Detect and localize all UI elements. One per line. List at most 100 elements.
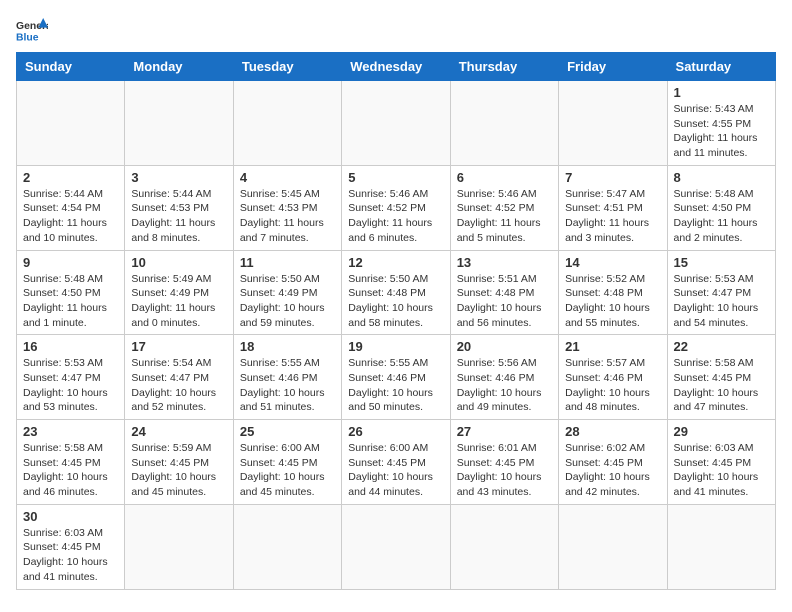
- calendar-cell: [559, 81, 667, 166]
- day-info: Sunrise: 6:01 AMSunset: 4:45 PMDaylight:…: [457, 441, 552, 500]
- calendar-cell: 7 Sunrise: 5:47 AMSunset: 4:51 PMDaylight…: [559, 165, 667, 250]
- day-number: 23: [23, 424, 118, 439]
- calendar-week-row: 30Sunrise: 6:03 AMSunset: 4:45 PMDayligh…: [17, 504, 776, 589]
- calendar-week-row: 1Sunrise: 5:43 AMSunset: 4:55 PMDaylight…: [17, 81, 776, 166]
- day-info: Sunrise: 5:54 AMSunset: 4:47 PMDaylight:…: [131, 356, 226, 415]
- header: General Blue: [16, 16, 776, 44]
- day-info: Sunrise: 5:48 AMSunset: 4:50 PMDaylight:…: [674, 187, 769, 246]
- calendar-cell: 6 Sunrise: 5:46 AMSunset: 4:52 PMDaylight…: [450, 165, 558, 250]
- day-info: Sunrise: 5:48 AMSunset: 4:50 PMDaylight:…: [23, 272, 118, 331]
- calendar-cell: 22 Sunrise: 5:58 AMSunset: 4:45 PMDayligh…: [667, 335, 775, 420]
- day-info: Sunrise: 5:58 AMSunset: 4:45 PMDaylight:…: [674, 356, 769, 415]
- day-number: 3: [131, 170, 226, 185]
- calendar-cell: 17 Sunrise: 5:54 AMSunset: 4:47 PMDayligh…: [125, 335, 233, 420]
- day-info: Sunrise: 6:03 AMSunset: 4:45 PMDaylight:…: [674, 441, 769, 500]
- day-number: 17: [131, 339, 226, 354]
- calendar-cell: [233, 504, 341, 589]
- day-number: 6: [457, 170, 552, 185]
- calendar-cell: [450, 504, 558, 589]
- calendar-cell: 11Sunrise: 5:50 AMSunset: 4:49 PMDayligh…: [233, 250, 341, 335]
- calendar-cell: 4 Sunrise: 5:45 AMSunset: 4:53 PMDaylight…: [233, 165, 341, 250]
- day-number: 7: [565, 170, 660, 185]
- day-info: Sunrise: 5:51 AMSunset: 4:48 PMDaylight:…: [457, 272, 552, 331]
- calendar-cell: 13 Sunrise: 5:51 AMSunset: 4:48 PMDayligh…: [450, 250, 558, 335]
- weekday-header-row: SundayMondayTuesdayWednesdayThursdayFrid…: [17, 53, 776, 81]
- day-number: 1: [674, 85, 769, 100]
- calendar-cell: 10 Sunrise: 5:49 AMSunset: 4:49 PMDayligh…: [125, 250, 233, 335]
- day-info: Sunrise: 5:49 AMSunset: 4:49 PMDaylight:…: [131, 272, 226, 331]
- logo: General Blue: [16, 16, 48, 44]
- day-number: 20: [457, 339, 552, 354]
- calendar-cell: 21Sunrise: 5:57 AMSunset: 4:46 PMDayligh…: [559, 335, 667, 420]
- day-number: 2: [23, 170, 118, 185]
- day-number: 4: [240, 170, 335, 185]
- weekday-header-friday: Friday: [559, 53, 667, 81]
- weekday-header-sunday: Sunday: [17, 53, 125, 81]
- day-info: Sunrise: 5:59 AMSunset: 4:45 PMDaylight:…: [131, 441, 226, 500]
- day-info: Sunrise: 6:02 AMSunset: 4:45 PMDaylight:…: [565, 441, 660, 500]
- calendar-cell: [342, 504, 450, 589]
- day-info: Sunrise: 5:46 AMSunset: 4:52 PMDaylight:…: [348, 187, 443, 246]
- calendar-cell: [667, 504, 775, 589]
- calendar-cell: [125, 81, 233, 166]
- calendar-week-row: 23 Sunrise: 5:58 AMSunset: 4:45 PMDayligh…: [17, 420, 776, 505]
- day-number: 25: [240, 424, 335, 439]
- day-info: Sunrise: 5:45 AMSunset: 4:53 PMDaylight:…: [240, 187, 335, 246]
- day-number: 5: [348, 170, 443, 185]
- calendar-table: SundayMondayTuesdayWednesdayThursdayFrid…: [16, 52, 776, 590]
- day-info: Sunrise: 5:50 AMSunset: 4:49 PMDaylight:…: [240, 272, 335, 331]
- day-number: 24: [131, 424, 226, 439]
- calendar-cell: 8 Sunrise: 5:48 AMSunset: 4:50 PMDaylight…: [667, 165, 775, 250]
- day-info: Sunrise: 5:44 AMSunset: 4:53 PMDaylight:…: [131, 187, 226, 246]
- day-number: 13: [457, 255, 552, 270]
- calendar-cell: 25 Sunrise: 6:00 AMSunset: 4:45 PMDayligh…: [233, 420, 341, 505]
- calendar-cell: 18Sunrise: 5:55 AMSunset: 4:46 PMDayligh…: [233, 335, 341, 420]
- calendar-cell: 14 Sunrise: 5:52 AMSunset: 4:48 PMDayligh…: [559, 250, 667, 335]
- day-number: 18: [240, 339, 335, 354]
- day-number: 29: [674, 424, 769, 439]
- day-number: 15: [674, 255, 769, 270]
- svg-text:Blue: Blue: [16, 32, 39, 43]
- calendar-cell: [559, 504, 667, 589]
- calendar-week-row: 16 Sunrise: 5:53 AMSunset: 4:47 PMDayligh…: [17, 335, 776, 420]
- calendar-week-row: 2 Sunrise: 5:44 AMSunset: 4:54 PMDaylight…: [17, 165, 776, 250]
- weekday-header-tuesday: Tuesday: [233, 53, 341, 81]
- day-number: 19: [348, 339, 443, 354]
- calendar-cell: 12 Sunrise: 5:50 AMSunset: 4:48 PMDayligh…: [342, 250, 450, 335]
- calendar-cell: 3 Sunrise: 5:44 AMSunset: 4:53 PMDaylight…: [125, 165, 233, 250]
- day-info: Sunrise: 5:57 AMSunset: 4:46 PMDaylight:…: [565, 356, 660, 415]
- day-info: Sunrise: 5:53 AMSunset: 4:47 PMDaylight:…: [23, 356, 118, 415]
- calendar-cell: 27 Sunrise: 6:01 AMSunset: 4:45 PMDayligh…: [450, 420, 558, 505]
- day-number: 16: [23, 339, 118, 354]
- weekday-header-thursday: Thursday: [450, 53, 558, 81]
- day-info: Sunrise: 5:58 AMSunset: 4:45 PMDaylight:…: [23, 441, 118, 500]
- calendar-cell: 24 Sunrise: 5:59 AMSunset: 4:45 PMDayligh…: [125, 420, 233, 505]
- day-info: Sunrise: 5:50 AMSunset: 4:48 PMDaylight:…: [348, 272, 443, 331]
- day-info: Sunrise: 5:52 AMSunset: 4:48 PMDaylight:…: [565, 272, 660, 331]
- calendar-cell: [17, 81, 125, 166]
- day-info: Sunrise: 6:00 AMSunset: 4:45 PMDaylight:…: [240, 441, 335, 500]
- day-number: 22: [674, 339, 769, 354]
- day-number: 10: [131, 255, 226, 270]
- calendar-cell: [233, 81, 341, 166]
- calendar-cell: 1Sunrise: 5:43 AMSunset: 4:55 PMDaylight…: [667, 81, 775, 166]
- calendar-cell: [125, 504, 233, 589]
- calendar-cell: 16 Sunrise: 5:53 AMSunset: 4:47 PMDayligh…: [17, 335, 125, 420]
- day-number: 14: [565, 255, 660, 270]
- calendar-cell: 29 Sunrise: 6:03 AMSunset: 4:45 PMDayligh…: [667, 420, 775, 505]
- calendar-cell: 5 Sunrise: 5:46 AMSunset: 4:52 PMDaylight…: [342, 165, 450, 250]
- day-number: 8: [674, 170, 769, 185]
- calendar-cell: 23 Sunrise: 5:58 AMSunset: 4:45 PMDayligh…: [17, 420, 125, 505]
- day-number: 12: [348, 255, 443, 270]
- day-info: Sunrise: 6:00 AMSunset: 4:45 PMDaylight:…: [348, 441, 443, 500]
- day-info: Sunrise: 5:47 AMSunset: 4:51 PMDaylight:…: [565, 187, 660, 246]
- calendar-cell: 30Sunrise: 6:03 AMSunset: 4:45 PMDayligh…: [17, 504, 125, 589]
- day-info: Sunrise: 5:44 AMSunset: 4:54 PMDaylight:…: [23, 187, 118, 246]
- day-number: 27: [457, 424, 552, 439]
- calendar-cell: 15 Sunrise: 5:53 AMSunset: 4:47 PMDayligh…: [667, 250, 775, 335]
- calendar-cell: 26Sunrise: 6:00 AMSunset: 4:45 PMDayligh…: [342, 420, 450, 505]
- calendar-cell: [450, 81, 558, 166]
- day-number: 30: [23, 509, 118, 524]
- day-info: Sunrise: 5:46 AMSunset: 4:52 PMDaylight:…: [457, 187, 552, 246]
- day-info: Sunrise: 5:53 AMSunset: 4:47 PMDaylight:…: [674, 272, 769, 331]
